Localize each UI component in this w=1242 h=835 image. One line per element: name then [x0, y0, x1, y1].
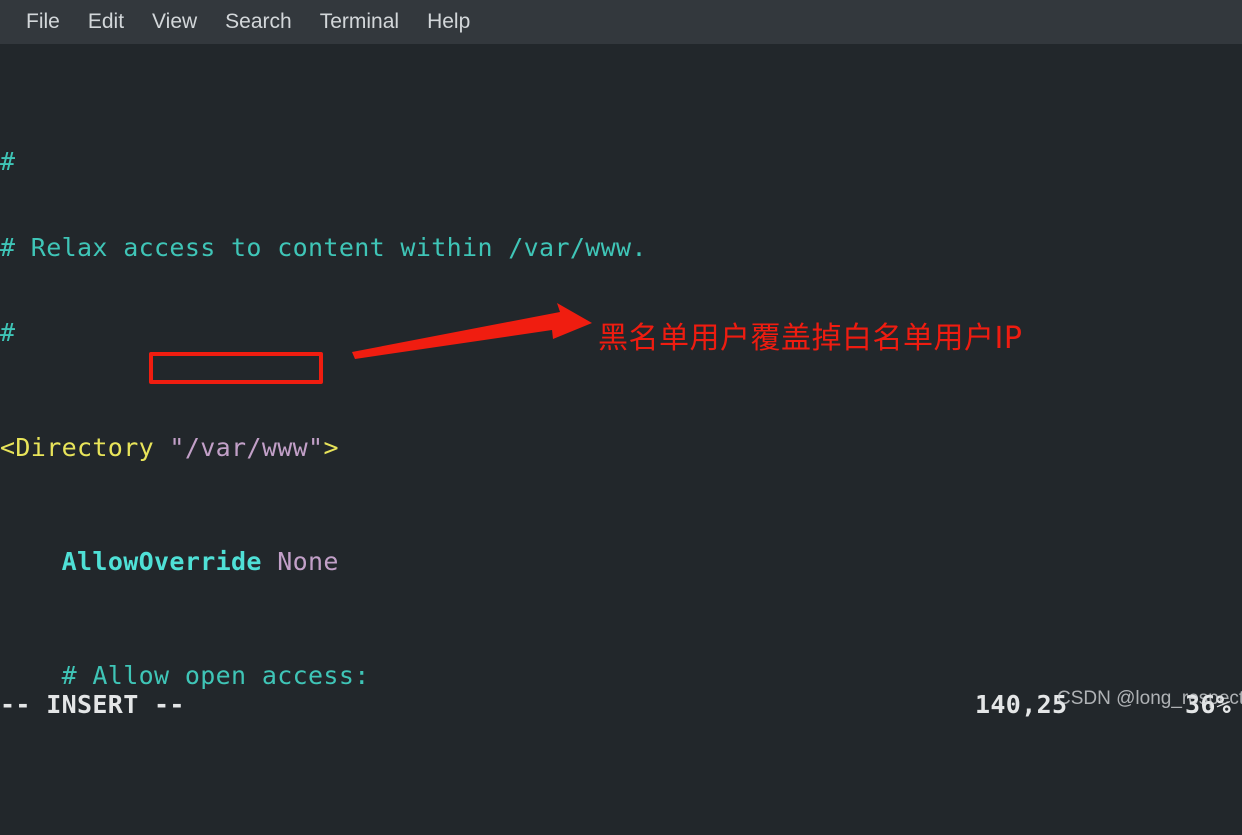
- code-line: #: [0, 146, 1242, 177]
- menu-item-view[interactable]: View: [138, 8, 211, 36]
- code-token-tag: >: [323, 432, 339, 462]
- menu-item-search[interactable]: Search: [211, 8, 306, 36]
- editor-buffer[interactable]: # # Relax access to content within /var/…: [0, 62, 1242, 690]
- code-token-comment: # Relax access to content within /var/ww…: [0, 232, 647, 262]
- terminal-body[interactable]: # # Relax access to content within /var/…: [0, 44, 1242, 690]
- code-token-directive: AllowOverride: [61, 547, 262, 577]
- code-token-value: None: [261, 547, 339, 577]
- watermark: CSDN @long_respect: [1057, 688, 1242, 709]
- code-token-path: "/var/www": [154, 432, 324, 462]
- menu-item-file[interactable]: File: [12, 8, 74, 36]
- code-token-comment: #: [0, 146, 16, 176]
- menu-item-terminal[interactable]: Terminal: [306, 8, 413, 36]
- code-line: #: [0, 319, 1242, 348]
- terminal-window: File Edit View Search Terminal Help # # …: [0, 0, 1242, 720]
- code-token-comment: #: [0, 318, 16, 348]
- code-token-tag: <Directory: [0, 432, 155, 462]
- menu-item-help[interactable]: Help: [413, 8, 484, 36]
- menu-bar: File Edit View Search Terminal Help: [0, 0, 1242, 44]
- status-bar: -- INSERT -- 140,25 36%: [0, 690, 1242, 720]
- status-position: 140,25: [975, 690, 1068, 719]
- code-line: # Relax access to content within /var/ww…: [0, 232, 1242, 263]
- code-line: # Allow open access:: [0, 662, 1242, 690]
- menu-item-edit[interactable]: Edit: [74, 8, 138, 36]
- code-line: AllowOverride None: [0, 547, 1242, 577]
- status-mode: -- INSERT --: [0, 690, 185, 719]
- code-line: <Directory "/var/www">: [0, 432, 1242, 463]
- code-token-comment: # Allow open access:: [0, 661, 370, 690]
